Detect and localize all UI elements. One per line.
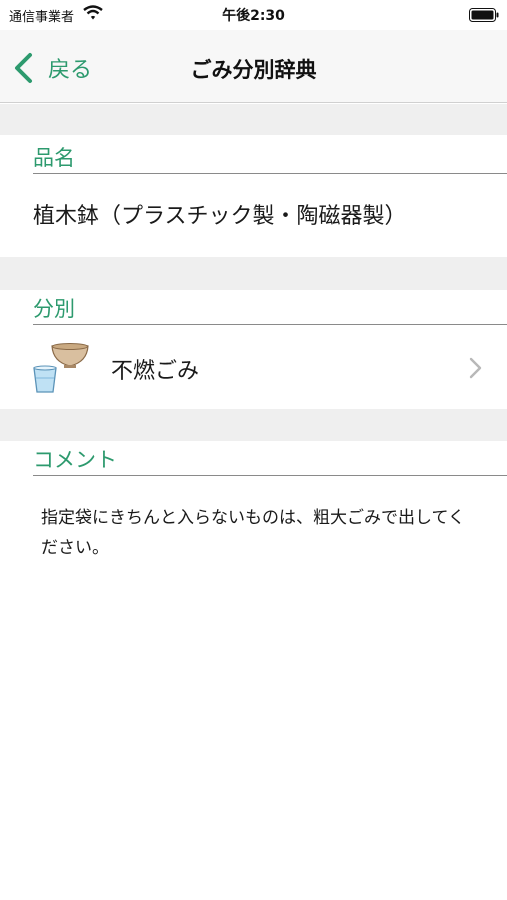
comment-header-label: コメント bbox=[33, 448, 117, 472]
section-spacer bbox=[0, 257, 507, 290]
chevron-right-icon bbox=[469, 357, 482, 379]
item-name-value: 植木鉢（プラスチック製・陶磁器製） bbox=[33, 204, 407, 229]
category-header-label: 分別 bbox=[33, 297, 75, 321]
page-title: ごみ分別辞典 bbox=[190, 58, 317, 82]
navigation-bar: 戻る ごみ分別辞典 bbox=[0, 30, 507, 103]
category-row[interactable]: 不燃ごみ bbox=[0, 326, 507, 409]
category-header: 分別 bbox=[33, 287, 507, 325]
comment-text: 指定袋にきちんと入らないものは、粗大ごみで出してください。 bbox=[41, 508, 465, 558]
status-bar: 通信事業者 午後2:30 bbox=[0, 0, 507, 30]
item-name-header-label: 品名 bbox=[33, 146, 75, 170]
bowl-and-cup-icon bbox=[33, 343, 89, 393]
category-value: 不燃ごみ bbox=[111, 359, 200, 384]
section-spacer bbox=[0, 104, 507, 135]
battery-icon bbox=[469, 8, 499, 22]
comment-header: コメント bbox=[33, 438, 507, 476]
item-name-header: 品名 bbox=[33, 136, 507, 174]
clock: 午後2:30 bbox=[222, 8, 285, 24]
section-spacer bbox=[0, 409, 507, 441]
